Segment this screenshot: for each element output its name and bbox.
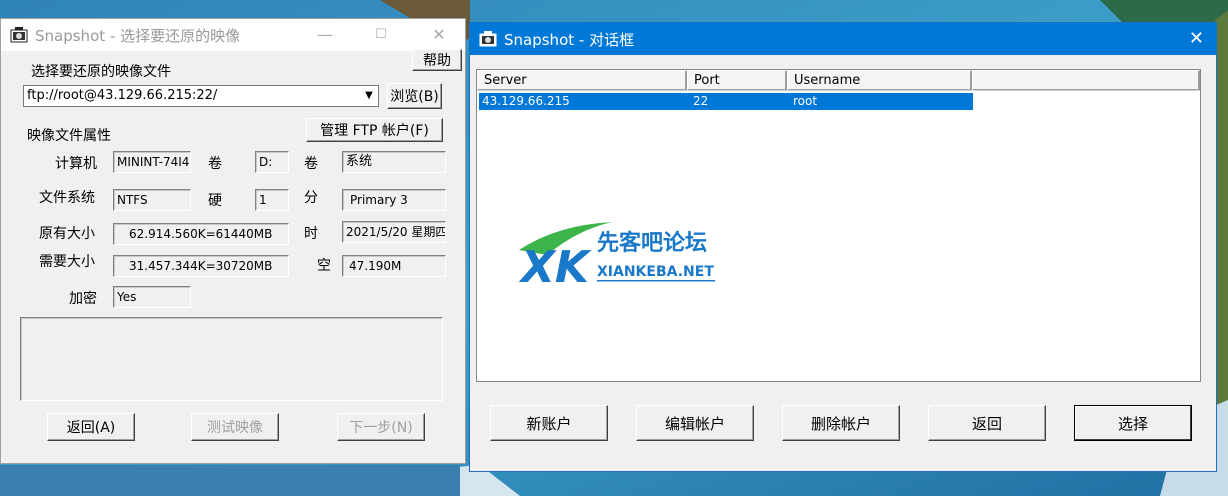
needed-size-field: 31.457.344K=30720MB bbox=[113, 255, 289, 277]
watermark-en: XIANKEBA.NET bbox=[597, 264, 714, 280]
free-space-field: 47.190M bbox=[342, 255, 446, 277]
back-button[interactable]: 返回(A) bbox=[47, 413, 135, 441]
cell-username: root bbox=[793, 94, 818, 108]
delete-account-button[interactable]: 删除帐户 bbox=[782, 405, 900, 441]
cell-port: 22 bbox=[693, 94, 709, 108]
free-label: 空 bbox=[317, 258, 331, 274]
next-button[interactable]: 下一步(N) bbox=[337, 413, 425, 441]
volume-name-label: 卷 bbox=[304, 156, 318, 172]
disk-label: 硬 bbox=[208, 193, 222, 209]
filesystem-label: 文件系统 bbox=[39, 190, 95, 206]
new-account-button[interactable]: 新账户 bbox=[490, 405, 608, 441]
cell-server: 43.129.66.215 bbox=[482, 94, 570, 108]
volume-name-field: 系统 bbox=[342, 151, 446, 173]
snapshot-app-icon bbox=[479, 31, 497, 47]
volume-field: D: bbox=[255, 151, 289, 173]
list-header: Server Port Username bbox=[477, 70, 1200, 91]
properties-label: 映像文件属性 bbox=[27, 128, 111, 144]
filesystem-field: NTFS bbox=[113, 189, 191, 211]
time-label: 时 bbox=[304, 226, 318, 242]
main-titlebar[interactable]: Snapshot - 选择要还原的映像 — ☐ ✕ bbox=[1, 19, 465, 51]
image-file-label: 选择要还原的映像文件 bbox=[31, 64, 171, 80]
browse-button[interactable]: 浏览(B) bbox=[387, 83, 442, 109]
maximize-icon[interactable]: ☐ bbox=[371, 25, 391, 45]
select-button[interactable]: 选择 bbox=[1074, 405, 1192, 441]
dropdown-arrow-icon[interactable]: ▼ bbox=[360, 86, 378, 106]
watermark-logo: XK 先客吧论坛 XIANKEBA.NET bbox=[518, 222, 715, 290]
close-icon[interactable]: ✕ bbox=[429, 25, 449, 45]
image-path-combobox[interactable]: ftp://root@43.129.66.215:22/ ▼ bbox=[23, 85, 379, 107]
back-button[interactable]: 返回 bbox=[928, 405, 1046, 441]
disk-field: 1 bbox=[255, 189, 289, 211]
needed-size-label: 需要大小 bbox=[39, 254, 95, 270]
computer-label: 计算机 bbox=[55, 156, 97, 172]
minimize-icon[interactable]: — bbox=[315, 25, 335, 45]
table-row[interactable]: 43.129.66.215 22 root bbox=[479, 93, 973, 110]
watermark-letters: XK bbox=[518, 242, 592, 290]
partition-label: 分 bbox=[304, 190, 318, 206]
orig-size-field: 62.914.560K=61440MB bbox=[113, 223, 289, 245]
account-list[interactable]: Server Port Username 43.129.66.215 22 ro… bbox=[476, 69, 1201, 382]
main-window-title: Snapshot - 选择要还原的映像 bbox=[35, 26, 241, 45]
restore-image-window: Snapshot - 选择要还原的映像 — ☐ ✕ 帮助 选择要还原的映像文件 … bbox=[0, 18, 466, 464]
time-field: 2021/5/20 星期四 bbox=[342, 221, 446, 243]
close-icon[interactable]: ✕ bbox=[1189, 28, 1204, 50]
column-header-username[interactable]: Username bbox=[787, 70, 972, 90]
edit-account-button[interactable]: 编辑帐户 bbox=[636, 405, 754, 441]
test-image-button[interactable]: 测试映像 bbox=[191, 413, 279, 441]
partition-field: Primary 3 bbox=[342, 189, 446, 211]
dialog-titlebar[interactable]: Snapshot - 对话框 ✕ bbox=[470, 23, 1216, 55]
dialog-title: Snapshot - 对话框 bbox=[504, 30, 635, 49]
column-header-empty bbox=[972, 70, 1200, 90]
manage-ftp-button[interactable]: 管理 FTP 帐户(F) bbox=[306, 118, 443, 142]
encrypt-field: Yes bbox=[113, 286, 191, 308]
volume-label: 卷 bbox=[208, 156, 222, 172]
column-header-port[interactable]: Port bbox=[687, 70, 787, 90]
orig-size-label: 原有大小 bbox=[39, 226, 95, 242]
encrypt-label: 加密 bbox=[69, 291, 97, 307]
ftp-account-dialog: Snapshot - 对话框 ✕ Server Port Username 43… bbox=[469, 22, 1217, 472]
computer-field: MININT-74I4 bbox=[113, 151, 191, 173]
image-path-value: ftp://root@43.129.66.215:22/ bbox=[27, 88, 218, 103]
column-header-server[interactable]: Server bbox=[477, 70, 687, 90]
snapshot-app-icon bbox=[10, 27, 28, 43]
watermark-cn: 先客吧论坛 bbox=[597, 230, 707, 256]
help-button[interactable]: 帮助 bbox=[412, 49, 462, 71]
info-text-area bbox=[20, 317, 443, 401]
